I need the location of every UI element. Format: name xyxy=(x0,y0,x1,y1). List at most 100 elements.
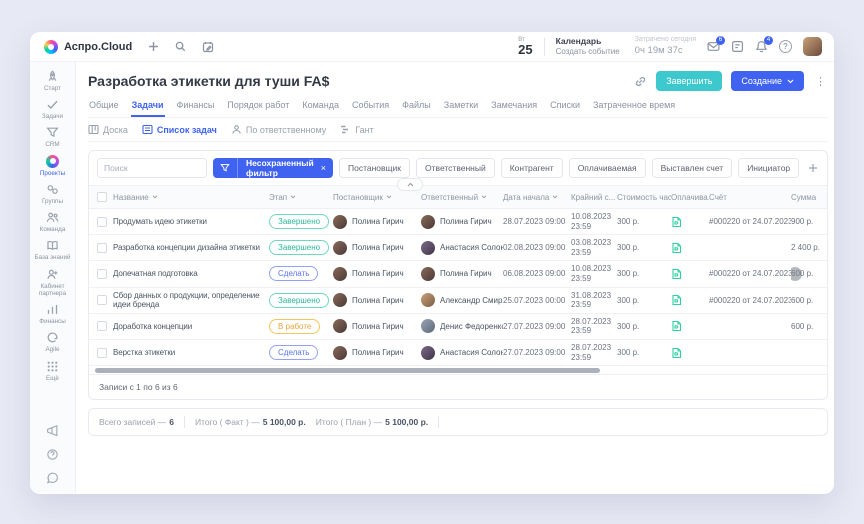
tab-zametki[interactable]: Заметки xyxy=(443,97,479,117)
table-row[interactable]: Продумать идею этикетки Завершено Полина… xyxy=(89,209,827,235)
tab-zadachi[interactable]: Задачи xyxy=(131,97,165,117)
col-invoice[interactable]: Счёт xyxy=(709,193,791,202)
collapse-header-pill[interactable] xyxy=(397,178,423,191)
sidebar-item-more[interactable]: Ещё xyxy=(32,357,73,385)
mail-icon[interactable]: 6 xyxy=(707,40,720,53)
sidebar-item-knowledge-base[interactable]: База знаний xyxy=(32,236,73,264)
task-name[interactable]: Сбор данных о продукции, определение иде… xyxy=(113,288,269,312)
paid-icon xyxy=(671,239,709,257)
sidebar-item-start[interactable]: Старт xyxy=(32,67,73,95)
row-checkbox[interactable] xyxy=(97,321,107,331)
col-author[interactable]: Постановщик xyxy=(333,193,421,202)
filter-funnel-icon[interactable] xyxy=(213,158,238,178)
task-name[interactable]: Доработка концепции xyxy=(113,319,269,334)
help-icon[interactable]: ? xyxy=(779,40,792,53)
sidebar-item-crm[interactable]: CRM xyxy=(32,123,73,151)
tab-faily[interactable]: Файлы xyxy=(401,97,432,117)
stage-badge[interactable]: Завершено xyxy=(269,240,329,255)
tab-zamechaniya[interactable]: Замечания xyxy=(490,97,538,117)
sidebar-item-team[interactable]: Команда xyxy=(32,208,73,236)
row-checkbox[interactable] xyxy=(97,295,107,305)
chat-bubble-icon[interactable] xyxy=(46,472,59,485)
add-filter-icon[interactable] xyxy=(808,163,818,173)
select-all-checkbox[interactable] xyxy=(97,192,107,202)
col-sum[interactable]: Сумма xyxy=(791,193,828,202)
time-tracker[interactable]: Затрачено сегодня 0ч 19м 37с xyxy=(635,36,696,57)
col-paid[interactable]: Оплачива... xyxy=(671,193,709,202)
chip-kontragent[interactable]: Контрагент xyxy=(501,158,563,178)
bell-icon[interactable]: 4 xyxy=(755,40,768,53)
task-name[interactable]: Продумать идею этикетки xyxy=(113,214,269,229)
sidebar-item-tasks[interactable]: Задачи xyxy=(32,95,73,123)
chip-oplachivaemaya[interactable]: Оплачиваемая xyxy=(569,158,646,178)
chip-postanovschik[interactable]: Постановщик xyxy=(339,158,410,178)
mail-badge: 6 xyxy=(716,36,725,45)
col-assignee[interactable]: Ответственный xyxy=(421,193,503,202)
search-input[interactable] xyxy=(97,158,207,178)
support-chat-icon[interactable] xyxy=(46,448,59,461)
notes-icon[interactable] xyxy=(731,40,744,53)
row-checkbox[interactable] xyxy=(97,243,107,253)
task-name[interactable]: Допечатная подготовка xyxy=(113,266,269,281)
sidebar-item-groups[interactable]: Группы xyxy=(32,180,73,208)
calendar-shortcut[interactable]: Календарь Создать событие xyxy=(556,36,620,57)
col-start-date[interactable]: Дата начала xyxy=(503,193,571,202)
add-icon[interactable] xyxy=(148,41,159,52)
brand-name: Аспро.Cloud xyxy=(64,41,132,53)
view-gantt[interactable]: Гант xyxy=(340,124,373,135)
view-board[interactable]: Доска xyxy=(88,124,128,135)
table-row[interactable]: Сбор данных о продукции, определение иде… xyxy=(89,288,827,314)
stage-badge[interactable]: Сделать xyxy=(269,345,318,360)
stage-badge[interactable]: Сделать xyxy=(269,266,318,281)
tab-poryadok-rabot[interactable]: Порядок работ xyxy=(226,97,290,117)
table-row[interactable]: Разработка концепции дизайна этикетки За… xyxy=(89,235,827,261)
announcement-icon[interactable] xyxy=(46,424,59,437)
complete-button[interactable]: Завершить xyxy=(656,71,722,91)
row-checkbox[interactable] xyxy=(97,217,107,227)
active-filter-pill[interactable]: Несохраненный фильтр × xyxy=(213,158,333,178)
tab-finansy[interactable]: Финансы xyxy=(176,97,216,117)
user-avatar[interactable] xyxy=(803,37,822,56)
create-button[interactable]: Создание xyxy=(731,71,804,91)
cursor-indicator xyxy=(791,267,802,281)
stage-badge[interactable]: Завершено xyxy=(269,214,329,229)
clear-filter-icon[interactable]: × xyxy=(320,163,333,173)
scrollbar-thumb[interactable] xyxy=(95,368,600,373)
quick-note-icon[interactable] xyxy=(202,41,214,53)
view-task-list[interactable]: Список задач xyxy=(142,124,217,135)
tab-zatrachennoe-vremya[interactable]: Затраченное время xyxy=(592,97,676,117)
copy-link-icon[interactable] xyxy=(634,75,647,88)
table-row[interactable]: Допечатная подготовка Сделать Полина Гир… xyxy=(89,261,827,287)
chip-vystavlen-schet[interactable]: Выставлен счет xyxy=(652,158,733,178)
tab-komanda[interactable]: Команда xyxy=(301,97,340,117)
chip-initsiator[interactable]: Инициатор xyxy=(738,158,799,178)
tab-obschie[interactable]: Общие xyxy=(88,97,120,117)
task-name[interactable]: Разработка концепции дизайна этикетки xyxy=(113,240,269,255)
bookmark-icon[interactable] xyxy=(827,163,828,174)
sidebar-item-partner-cabinet[interactable]: Кабинет партнера xyxy=(32,265,73,300)
tab-spiski[interactable]: Списки xyxy=(549,97,581,117)
chip-otvetstvennyi[interactable]: Ответственный xyxy=(416,158,495,178)
stage-badge[interactable]: Завершено xyxy=(269,293,329,308)
row-checkbox[interactable] xyxy=(97,348,107,358)
table-row[interactable]: Доработка концепции В работе Полина Гири… xyxy=(89,314,827,340)
table-row[interactable]: Верстка этикетки Сделать Полина Гирич Ан… xyxy=(89,340,827,366)
sidebar-item-finance[interactable]: Финансы xyxy=(32,300,73,328)
row-checkbox[interactable] xyxy=(97,269,107,279)
col-stage[interactable]: Этап xyxy=(269,193,333,202)
col-hour-rate[interactable]: Стоимость часа xyxy=(617,193,671,202)
invoice: #000220 от 24.07.2023 xyxy=(709,214,791,229)
tab-sobytiya[interactable]: События xyxy=(351,97,390,117)
calendar-date[interactable]: Вт 25 xyxy=(518,37,532,57)
sidebar-item-agile[interactable]: Agile xyxy=(32,328,73,356)
sum xyxy=(791,350,828,356)
search-icon[interactable] xyxy=(175,41,186,52)
sidebar-item-projects[interactable]: Проекты xyxy=(32,152,73,180)
more-menu-icon[interactable]: ⋮ xyxy=(813,75,828,88)
task-name[interactable]: Верстка этикетки xyxy=(113,345,269,360)
col-deadline[interactable]: Крайний с... xyxy=(571,193,617,202)
view-by-assignee[interactable]: По ответственному xyxy=(231,124,326,135)
stage-badge[interactable]: В работе xyxy=(269,319,320,334)
brand[interactable]: Аспро.Cloud xyxy=(44,40,132,54)
col-name[interactable]: Название xyxy=(113,193,269,202)
